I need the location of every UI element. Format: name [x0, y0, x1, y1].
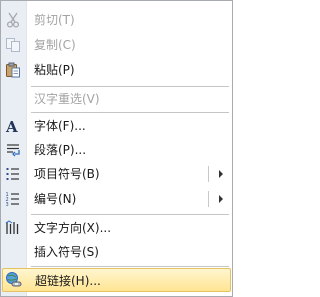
menu-item-label: 粘贴(P)	[34, 63, 75, 77]
svg-text:A: A	[5, 118, 18, 134]
menu-item-label: 插入符号(S)	[34, 245, 99, 259]
menu-item-paragraph[interactable]: 段落(P)...	[2, 139, 231, 161]
hyperlink-icon	[5, 271, 23, 289]
paragraph-icon	[4, 141, 22, 159]
menu-item-insert-symbol[interactable]: 插入符号(S)	[2, 241, 231, 263]
numbering-icon: 1 2 3	[4, 190, 22, 208]
menu-item-label: 项目符号(B)	[34, 167, 100, 181]
menu-item-bullets[interactable]: 项目符号(B)	[2, 163, 231, 185]
menu-item-label: 剪切(T)	[34, 13, 75, 27]
menu-item-label: 编号(N)	[34, 192, 77, 206]
menu-item-reconvert[interactable]: 汉字重选(V)	[2, 88, 231, 110]
menu-item-numbering[interactable]: 1 2 3 编号(N)	[2, 188, 231, 210]
font-icon: A	[4, 117, 22, 135]
menu-item-font[interactable]: A 字体(F)...	[2, 115, 231, 137]
menu-separator	[31, 112, 229, 113]
scissors-icon	[4, 11, 22, 29]
menu-item-label: 复制(C)	[34, 38, 76, 52]
submenu-divider	[208, 166, 209, 182]
submenu-divider	[208, 191, 209, 207]
chevron-right-icon[interactable]	[219, 195, 223, 203]
menu-item-label: 字体(F)...	[34, 119, 86, 133]
menu-item-label: 超链接(H)...	[35, 274, 101, 288]
menu-item-label: 汉字重选(V)	[34, 92, 100, 106]
context-menu: 剪切(T) 复制(C) 粘贴(P) 汉字重选(V) A 字体(F)... 段落(…	[0, 0, 233, 297]
menu-item-label: 文字方向(X)...	[34, 221, 112, 235]
copy-icon	[4, 36, 22, 54]
menu-item-cut[interactable]: 剪切(T)	[2, 9, 231, 31]
menu-separator	[31, 266, 229, 267]
menu-separator	[31, 86, 229, 87]
text-direction-icon	[4, 219, 22, 237]
bullets-icon	[4, 165, 22, 183]
menu-separator	[31, 214, 229, 215]
menu-item-paste[interactable]: 粘贴(P)	[2, 59, 231, 81]
menu-item-copy[interactable]: 复制(C)	[2, 34, 231, 56]
menu-item-label: 段落(P)...	[34, 143, 87, 157]
chevron-right-icon[interactable]	[219, 170, 223, 178]
menu-item-text-direction[interactable]: 文字方向(X)...	[2, 217, 231, 239]
paste-icon	[4, 61, 22, 79]
svg-text:3: 3	[6, 202, 9, 207]
menu-item-hyperlink[interactable]: 超链接(H)...	[2, 268, 231, 292]
